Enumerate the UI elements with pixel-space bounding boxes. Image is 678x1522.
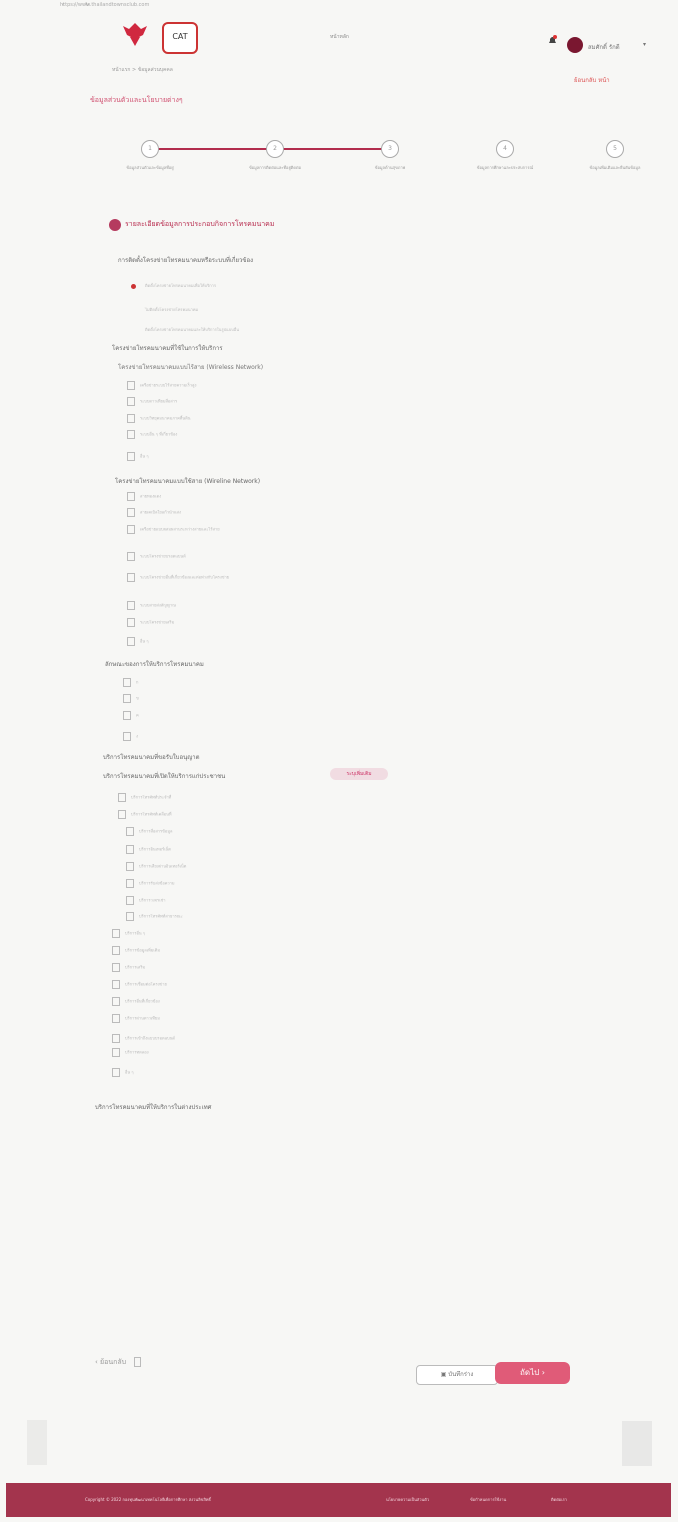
page-title: หน้าหลัก xyxy=(330,34,349,40)
checkbox[interactable] xyxy=(127,508,135,517)
checkbox[interactable] xyxy=(112,980,120,989)
brand-logo: CAT xyxy=(162,22,198,54)
question-4: โครงข่ายโทรคมนาคมแบบใช้สาย (Wireline Net… xyxy=(115,478,261,485)
more-info-pill[interactable]: ระบุเพิ่มเติม xyxy=(330,768,388,780)
checkbox[interactable] xyxy=(112,946,120,955)
breadcrumb: หน้าแรก > ข้อมูลส่วนบุคคล xyxy=(112,67,173,73)
footer-link-contact[interactable]: ติดต่อเรา xyxy=(551,1483,567,1517)
section-icon xyxy=(109,219,121,231)
checkbox[interactable] xyxy=(127,525,135,534)
checkbox[interactable] xyxy=(112,963,120,972)
checkbox[interactable] xyxy=(127,430,135,439)
checkbox[interactable] xyxy=(126,862,134,871)
checkbox[interactable] xyxy=(127,601,135,610)
checkbox[interactable] xyxy=(127,492,135,501)
checkbox[interactable] xyxy=(127,618,135,627)
question-3: โครงข่ายโทรคมนาคมแบบไร้สาย (Wireless Net… xyxy=(118,364,264,371)
address-bar[interactable]: https://www.thailandtownsclub.com xyxy=(60,2,149,8)
checkbox[interactable] xyxy=(127,381,135,390)
next-button[interactable]: ถัดไป › xyxy=(495,1362,570,1384)
checkbox[interactable] xyxy=(127,452,135,461)
checkbox[interactable] xyxy=(126,879,134,888)
save-draft-button[interactable]: ▣ บันทึกร่าง xyxy=(416,1365,498,1385)
checkbox[interactable] xyxy=(118,810,126,819)
user-name[interactable]: สมศักดิ์ รักดี xyxy=(588,42,620,52)
checkbox[interactable] xyxy=(126,896,134,905)
page-heading: ข้อมูลส่วนตัวและนโยบายต่างๆ xyxy=(90,96,183,104)
checkbox[interactable] xyxy=(112,1068,120,1077)
footer-link-privacy[interactable]: นโยบายความเป็นส่วนตัว xyxy=(386,1483,429,1517)
checkbox[interactable] xyxy=(127,552,135,561)
checkbox[interactable] xyxy=(127,573,135,582)
checkbox[interactable] xyxy=(127,637,135,646)
question-8: บริการโทรคมนาคมที่ให้บริการในต่างประเทศ xyxy=(95,1104,212,1111)
page-nav[interactable]: ย้อนกลับ หน้า xyxy=(574,75,610,85)
checkbox[interactable] xyxy=(123,678,131,687)
copyright: Copyright © 2022 กองทุนพัฒนาเทคโนโลยีเพื… xyxy=(85,1497,211,1502)
checkbox[interactable] xyxy=(126,827,134,836)
decorative-graphic xyxy=(27,1420,47,1465)
checkbox[interactable] xyxy=(123,694,131,703)
decorative-graphic xyxy=(622,1421,652,1466)
avatar[interactable] xyxy=(567,37,583,53)
notification-bell-icon[interactable] xyxy=(548,35,557,46)
question-2: โครงข่ายโทรคมนาคมที่ใช้ในการให้บริการ xyxy=(112,345,223,352)
stepper: 1 ข้อมูลส่วนตัวและข้อมูลที่อยู่ 2 ข้อมูลกา… xyxy=(100,130,670,190)
checkbox[interactable] xyxy=(112,929,120,938)
footer: Copyright © 2022 กองทุนพัฒนาเทคโนโลยีเพื… xyxy=(6,1483,671,1517)
section-title: รายละเอียดข้อมูลการประกอบกิจการโทรคมนาคม xyxy=(125,220,275,228)
checkbox[interactable] xyxy=(127,414,135,423)
checkbox[interactable] xyxy=(126,912,134,921)
question-6: บริการโทรคมนาคมที่ขอรับใบอนุญาต xyxy=(103,754,200,761)
question-1: การติดตั้งโครงข่ายโทรคมนาคมหรือระบบที่เก… xyxy=(118,257,254,264)
checkbox[interactable] xyxy=(127,397,135,406)
checkbox[interactable] xyxy=(126,845,134,854)
agency-logo xyxy=(123,23,147,46)
question-5: ลักษณะของการให้บริการโทรคมนาคม xyxy=(105,661,204,668)
checkbox[interactable] xyxy=(112,997,120,1006)
checkbox[interactable] xyxy=(112,1014,120,1023)
chevron-down-icon[interactable]: ▾ xyxy=(643,41,646,48)
checkbox[interactable] xyxy=(112,1034,120,1043)
back-button[interactable]: ‹ ย้อนกลับ xyxy=(95,1357,142,1368)
footer-link-terms[interactable]: ข้อกำหนดการใช้งาน xyxy=(470,1483,506,1517)
checkbox[interactable] xyxy=(118,793,126,802)
checkbox[interactable] xyxy=(123,732,131,741)
checkbox[interactable] xyxy=(112,1048,120,1057)
checkbox[interactable] xyxy=(123,711,131,720)
question-7: บริการโทรคมนาคมที่เปิดให้บริการแก่ประชาช… xyxy=(103,773,226,780)
radio-selected[interactable] xyxy=(131,284,136,289)
